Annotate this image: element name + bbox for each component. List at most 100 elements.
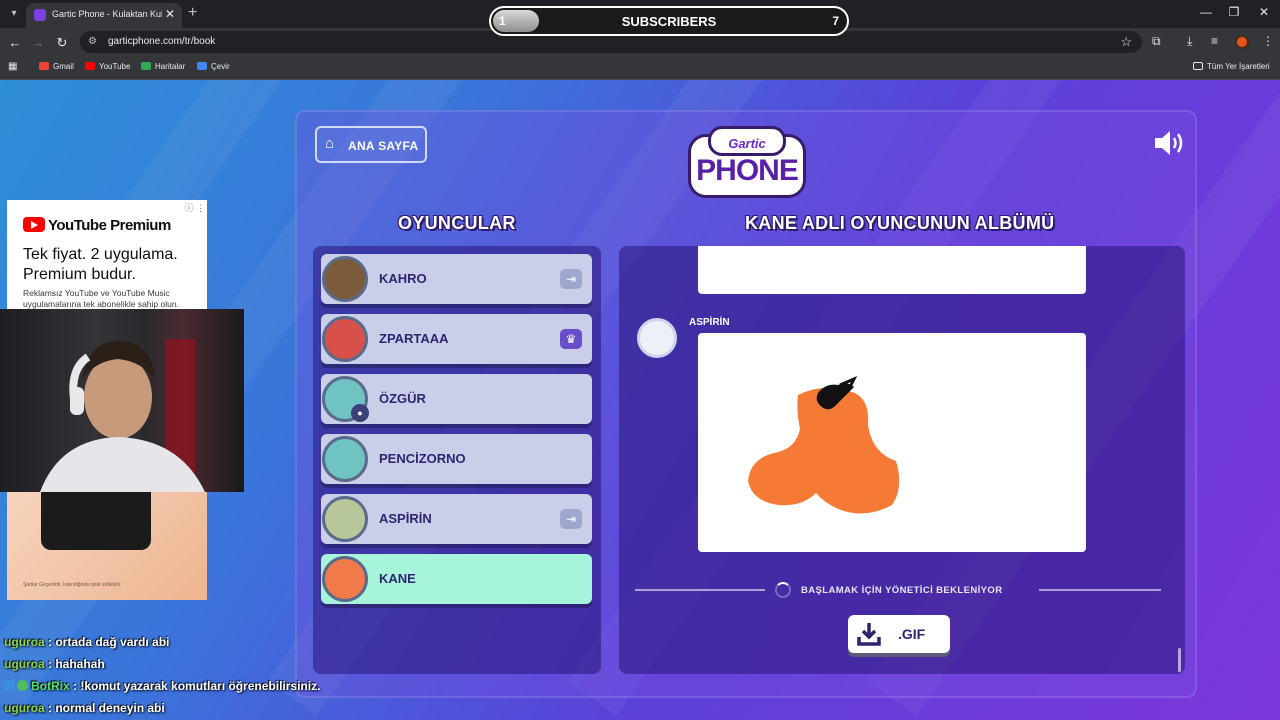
extensions-icon[interactable]: ⧉ bbox=[1152, 34, 1161, 49]
author-avatar bbox=[637, 318, 677, 358]
chat-message: uguroa : ortada dağ vardı abi bbox=[4, 635, 170, 649]
subscriber-goal-bar: 1 SUBSCRIBERS 7 bbox=[489, 6, 849, 36]
all-bookmarks-label: Tüm Yer İşaretleri bbox=[1207, 62, 1270, 71]
player-avatar bbox=[322, 556, 368, 602]
player-name: ASPİRİN bbox=[379, 511, 432, 526]
subscriber-goal-label: SUBSCRIBERS bbox=[621, 14, 717, 29]
verified-icon bbox=[17, 680, 28, 691]
webcam-person bbox=[40, 340, 205, 492]
bookmark-youtube[interactable]: YouTube bbox=[85, 62, 130, 71]
ad-brand: YouTube Premium bbox=[23, 217, 171, 234]
player-item-active[interactable]: KANE bbox=[321, 554, 592, 604]
download-gif-button[interactable]: .GIF bbox=[848, 615, 950, 653]
chat-message: BotRix : !komut yazarak komutları öğrene… bbox=[4, 679, 320, 693]
player-item[interactable]: ZPARTAAA ♛ bbox=[321, 314, 592, 364]
bot-badge-icon bbox=[4, 680, 15, 691]
bookmark-label: Haritalar bbox=[155, 62, 186, 71]
folder-icon bbox=[1193, 62, 1203, 70]
gif-label: .GIF bbox=[898, 626, 926, 642]
ad-body: Reklamsız YouTube ve YouTube Music uygul… bbox=[23, 288, 179, 309]
chat-message: uguroa : normal deneyin abi bbox=[4, 701, 165, 715]
album-panel: ASPİRİN BAŞLAMAK İÇİN YÖNETİCİ BEKLENİYO… bbox=[619, 246, 1185, 674]
drawing-canvas bbox=[698, 333, 1086, 552]
reload-icon[interactable]: ↻ bbox=[54, 35, 70, 51]
chat-text: !komut yazarak komutları öğrenebilirsini… bbox=[80, 679, 321, 693]
bookmark-maps[interactable]: Haritalar bbox=[141, 62, 185, 71]
bookmark-label: YouTube bbox=[99, 62, 131, 71]
exit-icon: ⇥ bbox=[560, 509, 582, 529]
user-icon: ● bbox=[351, 404, 369, 422]
tab-search-icon[interactable]: ▾ bbox=[6, 6, 22, 22]
player-name: PENCİZORNO bbox=[379, 451, 466, 466]
restore-icon[interactable]: ❐ bbox=[1224, 5, 1244, 19]
ad-phone-image bbox=[41, 490, 151, 550]
webcam-overlay bbox=[0, 309, 244, 492]
browser-tab[interactable]: Gartic Phone - Kulaktan Kulağa ✕ bbox=[26, 3, 182, 28]
download-icon[interactable]: ⤓ bbox=[1187, 34, 1192, 49]
new-tab-icon[interactable]: + bbox=[188, 4, 197, 22]
bookmark-label: Çevir bbox=[211, 62, 230, 71]
player-item[interactable]: ASPİRİN ⇥ bbox=[321, 494, 592, 544]
reading-list-icon[interactable]: ≡ bbox=[1211, 34, 1218, 48]
player-name: ÖZGÜR bbox=[379, 391, 426, 406]
player-avatar bbox=[322, 436, 368, 482]
all-bookmarks[interactable]: Tüm Yer İşaretleri bbox=[1193, 62, 1270, 71]
chat-username: BotRix bbox=[31, 679, 70, 693]
ad-footer: Şartlar Geçerlidir. İstendiğinde iptal e… bbox=[23, 582, 122, 588]
sound-icon[interactable] bbox=[1152, 128, 1188, 158]
player-avatar bbox=[322, 496, 368, 542]
home-label: ANA SAYFA bbox=[348, 139, 419, 153]
bookmark-gmail[interactable]: Gmail bbox=[39, 62, 74, 71]
apps-icon[interactable]: ▦ bbox=[8, 61, 17, 72]
logo-text-gartic: Gartic bbox=[728, 136, 766, 151]
player-name: KAHRO bbox=[379, 271, 427, 286]
download-icon bbox=[857, 623, 881, 646]
chat-text: normal deneyin abi bbox=[55, 701, 165, 715]
maps-icon bbox=[141, 62, 151, 70]
gartic-phone-logo: Gartic PHONE bbox=[686, 126, 808, 202]
bookmark-label: Gmail bbox=[53, 62, 74, 71]
profile-avatar-icon[interactable] bbox=[1235, 35, 1249, 49]
players-heading: OYUNCULAR bbox=[398, 213, 516, 233]
players-list: KAHRO ⇥ ZPARTAAA ♛ ● ÖZGÜR PENCİZORNO AS… bbox=[313, 246, 601, 674]
back-icon[interactable]: ← bbox=[7, 35, 23, 50]
chat-username: uguroa bbox=[4, 701, 45, 715]
ad-brand-text: YouTube Premium bbox=[48, 217, 171, 234]
player-item[interactable]: PENCİZORNO bbox=[321, 434, 592, 484]
bookmark-star-icon[interactable]: ☆ bbox=[1120, 34, 1132, 50]
bookmarks-bar: ▦ Gmail YouTube Haritalar Çevir Tüm Yer … bbox=[0, 56, 1280, 80]
menu-icon[interactable]: ⋮ bbox=[1262, 34, 1274, 48]
player-name: KANE bbox=[379, 571, 416, 586]
player-avatar bbox=[322, 256, 368, 302]
home-button[interactable]: ⌂ ANA SAYFA bbox=[315, 126, 427, 163]
waiting-text: BAŞLAMAK İÇİN YÖNETİCİ BEKLENİYOR bbox=[801, 585, 1003, 596]
site-info-icon[interactable]: ⚙ bbox=[88, 36, 97, 47]
exit-icon: ⇥ bbox=[560, 269, 582, 289]
gartic-favicon-icon bbox=[34, 9, 46, 21]
bookmark-translate[interactable]: Çevir bbox=[197, 62, 230, 71]
ad-info-icon[interactable]: ⓘ ⋮ bbox=[184, 201, 205, 214]
youtube-icon bbox=[85, 62, 95, 70]
drawing-image bbox=[748, 376, 900, 514]
tab-title: Gartic Phone - Kulaktan Kulağa bbox=[52, 9, 162, 19]
crown-icon: ♛ bbox=[560, 329, 582, 349]
drawing-author-name: ASPİRİN bbox=[689, 317, 730, 328]
divider-right bbox=[1039, 589, 1161, 591]
home-icon: ⌂ bbox=[325, 135, 335, 152]
logo-text-phone: PHONE bbox=[696, 154, 799, 187]
minimize-icon[interactable]: — bbox=[1196, 5, 1216, 19]
chat-message: uguroa : hahahah bbox=[4, 657, 105, 671]
chat-username: uguroa bbox=[4, 635, 45, 649]
player-avatar bbox=[322, 316, 368, 362]
ad-image: Şartlar Geçerlidir. İstendiğinde iptal e… bbox=[7, 490, 207, 600]
forward-icon[interactable]: → bbox=[30, 35, 46, 50]
window-close-icon[interactable]: ✕ bbox=[1254, 5, 1274, 19]
album-heading: KANE ADLI OYUNCUNUN ALBÜMÜ bbox=[745, 213, 1055, 233]
tab-close-icon[interactable]: ✕ bbox=[165, 7, 175, 21]
ad-headline: Tek fiyat. 2 uygulama. Premium budur. bbox=[23, 246, 178, 283]
album-scrollbar[interactable] bbox=[1178, 648, 1181, 672]
player-item[interactable]: ● ÖZGÜR bbox=[321, 374, 592, 424]
player-item[interactable]: KAHRO ⇥ bbox=[321, 254, 592, 304]
previous-drawing-card bbox=[698, 246, 1086, 294]
chat-text: hahahah bbox=[55, 657, 105, 671]
